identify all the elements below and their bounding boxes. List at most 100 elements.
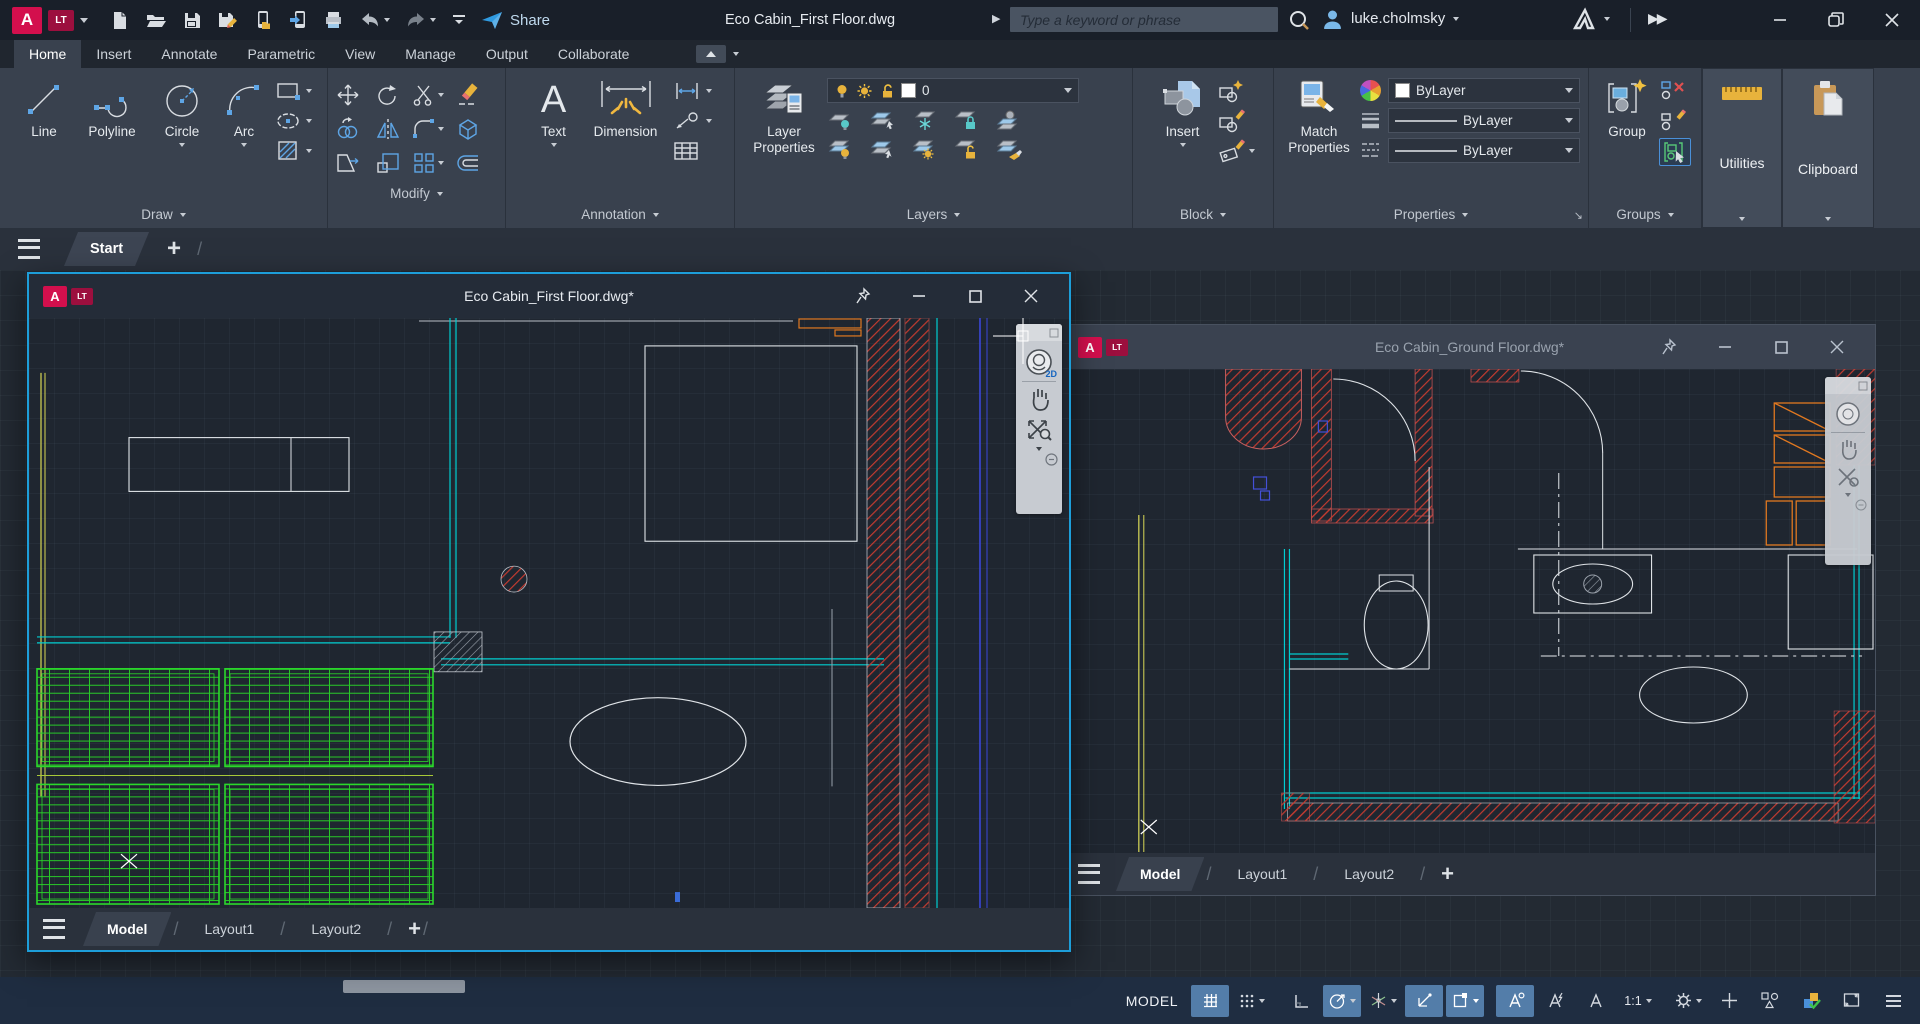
- close-button[interactable]: [1864, 0, 1920, 40]
- customization-menu-button[interactable]: [1874, 985, 1912, 1017]
- isolate-objects-button[interactable]: [1751, 985, 1789, 1017]
- properties-launcher-icon[interactable]: ↘: [1574, 209, 1583, 222]
- layer-isolate-button[interactable]: [869, 108, 897, 132]
- ground-tab-layout2[interactable]: Layout2: [1320, 857, 1418, 891]
- layer-lock-button[interactable]: [953, 108, 981, 132]
- ground-steering-wheel-icon[interactable]: [1834, 400, 1862, 428]
- offset-button[interactable]: [455, 151, 481, 175]
- layer-match-button[interactable]: [995, 137, 1023, 161]
- open-file-button[interactable]: [145, 10, 167, 30]
- array-button[interactable]: [412, 151, 444, 175]
- hatch-tool-button[interactable]: [275, 138, 312, 164]
- layer-off-button[interactable]: [827, 108, 855, 132]
- layer-unisolate-button[interactable]: [869, 137, 897, 161]
- window-first-floor[interactable]: A LT Eco Cabin_First Floor.dwg*: [27, 272, 1071, 952]
- ground-pan-icon[interactable]: [1835, 437, 1861, 463]
- dimension-button[interactable]: Dimension: [583, 76, 669, 201]
- circle-button[interactable]: Circle: [151, 76, 213, 201]
- ground-minimize-button[interactable]: [1697, 340, 1753, 354]
- object-snap-tracking-toggle[interactable]: [1405, 985, 1443, 1017]
- object-color-combo[interactable]: ByLayer: [1388, 78, 1580, 103]
- polar-tracking-toggle[interactable]: [1323, 985, 1361, 1017]
- match-properties-button[interactable]: Match Properties: [1282, 76, 1356, 201]
- annotation-autoscale-toggle[interactable]: [1537, 985, 1575, 1017]
- table-button[interactable]: [673, 138, 712, 164]
- open-from-mobile-button[interactable]: [253, 10, 273, 30]
- ribbon-collapse-control[interactable]: [696, 40, 739, 68]
- ortho-toggle[interactable]: [1282, 985, 1320, 1017]
- create-block-button[interactable]: [1218, 78, 1255, 104]
- stretch-button[interactable]: [335, 151, 361, 175]
- panel-label-block[interactable]: Block: [1133, 201, 1273, 228]
- zoom-extents-icon[interactable]: [1025, 414, 1053, 442]
- ground-tab-model[interactable]: Model: [1116, 857, 1204, 891]
- layer-thaw-button[interactable]: [911, 137, 939, 161]
- plot-button[interactable]: [323, 10, 344, 30]
- dim-linear-button[interactable]: [673, 78, 712, 104]
- qat-customize-button[interactable]: [451, 11, 467, 29]
- layer-freeze-button[interactable]: [911, 108, 939, 132]
- ribbon-collapse-button[interactable]: [696, 45, 726, 63]
- panel-label-layers[interactable]: Layers: [735, 201, 1132, 228]
- layer-select-combo[interactable]: 0: [827, 78, 1079, 103]
- ground-window-titlebar[interactable]: A LT Eco Cabin_Ground Floor.dwg*: [1064, 325, 1875, 369]
- new-drawing-button[interactable]: +: [167, 235, 181, 263]
- arc-button[interactable]: Arc: [217, 76, 271, 201]
- first-tab-layout1[interactable]: Layout1: [180, 912, 278, 946]
- scale-value-button[interactable]: 1:1: [1619, 985, 1657, 1017]
- panel-label-draw[interactable]: Draw: [0, 201, 327, 228]
- group-button[interactable]: Group: [1599, 76, 1655, 201]
- undo-button[interactable]: [359, 11, 390, 29]
- crosshair-plus-button[interactable]: [1710, 985, 1748, 1017]
- ground-drawing-canvas[interactable]: [1064, 369, 1875, 853]
- app-menu-button[interactable]: A LT: [12, 7, 88, 34]
- tab-view[interactable]: View: [330, 40, 390, 68]
- graphics-performance-button[interactable]: [1792, 985, 1830, 1017]
- edit-block-button[interactable]: [1218, 108, 1255, 134]
- first-minimize-button[interactable]: [891, 289, 947, 303]
- ground-zoom-extents-icon[interactable]: [1835, 463, 1861, 489]
- workspace-settings-button[interactable]: [1669, 985, 1707, 1017]
- overflow-chevrons-icon[interactable]: ▶▶: [1648, 10, 1666, 27]
- pan-hand-icon[interactable]: [1025, 386, 1053, 414]
- autodesk-menu-button[interactable]: [1572, 7, 1610, 31]
- first-tab-model[interactable]: Model: [83, 912, 171, 946]
- isometric-drafting-toggle[interactable]: [1364, 985, 1402, 1017]
- clean-screen-button[interactable]: [1833, 985, 1871, 1017]
- workspace[interactable]: A LT Eco Cabin_Ground Floor.dwg*: [0, 270, 1920, 977]
- user-account-button[interactable]: luke.cholmsky: [1322, 8, 1459, 29]
- ground-maximize-button[interactable]: [1753, 340, 1809, 355]
- search-icon[interactable]: [1288, 9, 1312, 33]
- panel-clipboard[interactable]: Clipboard: [1782, 68, 1874, 228]
- mirror-button[interactable]: [375, 117, 401, 141]
- copy-button[interactable]: [335, 117, 361, 141]
- save-as-button[interactable]: [217, 10, 238, 30]
- new-file-button[interactable]: [110, 10, 130, 30]
- tab-output[interactable]: Output: [471, 40, 543, 68]
- scale-button[interactable]: [375, 151, 401, 175]
- redo-button[interactable]: [405, 11, 436, 29]
- navbar-collapse-icon[interactable]: [1045, 453, 1058, 466]
- file-tabs-menu-icon[interactable]: [18, 239, 40, 259]
- file-tab-start[interactable]: Start: [64, 232, 149, 266]
- panel-label-properties[interactable]: Properties: [1274, 201, 1588, 228]
- group-selection-toggle[interactable]: [1659, 138, 1691, 166]
- layer-make-current-button[interactable]: [995, 108, 1023, 132]
- polyline-button[interactable]: Polyline: [77, 76, 147, 201]
- snap-mode-toggle[interactable]: [1232, 985, 1270, 1017]
- window-ground-floor[interactable]: A LT Eco Cabin_Ground Floor.dwg*: [1063, 324, 1876, 896]
- erase-button[interactable]: [455, 83, 481, 107]
- layer-unlock-button[interactable]: [953, 137, 981, 161]
- panel-utilities[interactable]: Utilities: [1702, 68, 1782, 228]
- first-pin-button[interactable]: [835, 287, 891, 305]
- ground-pin-button[interactable]: [1641, 338, 1697, 356]
- leader-button[interactable]: [673, 108, 712, 134]
- rotate-button[interactable]: [375, 83, 401, 107]
- insert-button[interactable]: Insert: [1152, 76, 1214, 201]
- explode-button[interactable]: [455, 117, 481, 141]
- first-maximize-button[interactable]: [947, 289, 1003, 304]
- first-new-layout-button[interactable]: +: [408, 916, 421, 942]
- panel-label-annotation[interactable]: Annotation: [506, 201, 734, 228]
- tab-manage[interactable]: Manage: [390, 40, 471, 68]
- rectangle-tool-button[interactable]: [275, 78, 312, 104]
